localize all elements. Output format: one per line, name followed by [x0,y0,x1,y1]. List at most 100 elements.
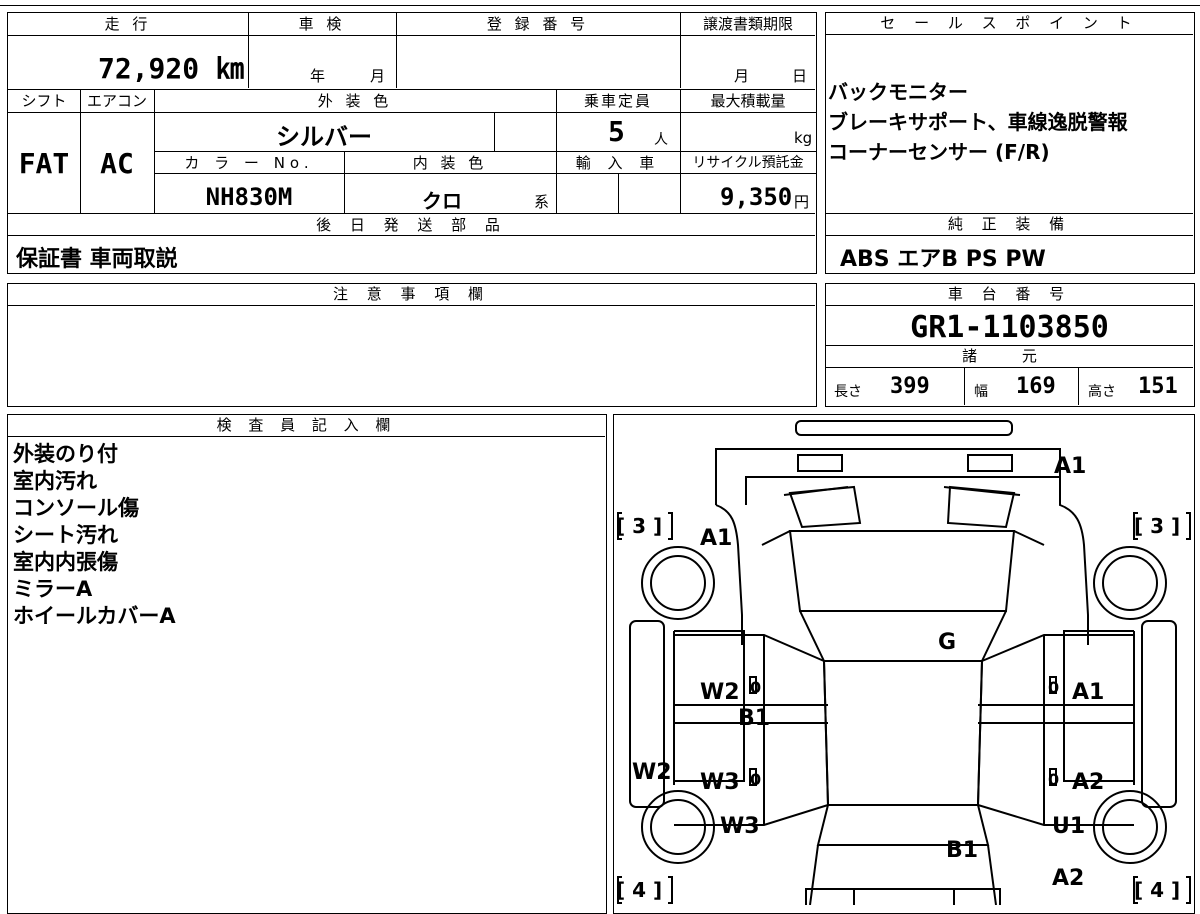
mark-left-w3: W3 [700,770,740,795]
sales-points-list: バックモニター ブレーキサポート、車線逸脱警報 コーナーセンサー (F/R) [828,77,1128,167]
headlight-right [967,454,1013,472]
recycle-deposit-unit: 円 [794,193,810,211]
shift-value: FAT [18,147,70,180]
chassis-box: 車 台 番 号 GR1-1103850 諸 元 長さ 399 幅 169 高さ … [825,283,1195,407]
import-label: 輸 入 車 [575,154,661,172]
inspector-notes-label: 検 査 員 記 入 欄 [8,415,605,437]
zero-mark: 0 [1048,770,1059,789]
headlight-left [797,454,843,472]
front-bumper [795,420,1013,436]
mark-side-w2: W2 [632,760,672,785]
capacity-unit: 人 [654,132,668,148]
inspector-note: ミラーA [13,577,93,601]
later-parts-value: 保証書 車両取説 [16,247,178,272]
genuine-equipment-value: ABS エアB PS PW [840,247,1046,272]
capacity-value: 5 [608,115,625,148]
roof [822,660,984,806]
exterior-color-value: シルバー [276,123,372,151]
exterior-color-label: 外 装 色 [317,92,393,110]
mark-right-a1: A1 [1072,680,1104,705]
recycle-deposit-label: リサイクル預託金 [692,155,804,171]
sales-points-label: セ ー ル ス ポ イ ン ト [826,13,1193,35]
transfer-month: 月 [734,67,750,85]
car-diagram: A1 A1 G W2 B1 W3 W2 W3 B1 A1 A2 U1 A2 0 … [616,420,1191,905]
mark-rear-a2: A2 [1052,866,1084,891]
tire-rear-right [1093,790,1167,864]
genuine-equipment-label: 純 正 装 備 [826,214,1193,236]
caution-notes-label: 注 意 事 項 欄 [8,284,815,306]
mark-left-w2: W2 [700,680,740,705]
chassis-number-value: GR1-1103850 [910,310,1109,345]
later-parts-label: 後 日 発 送 部 品 [316,216,507,234]
capacity-label: 乗車定員 [583,92,652,110]
transfer-deadline-label: 譲渡書類期限 [702,15,793,33]
inspector-notes-box: 検 査 員 記 入 欄 外装のり付 室内汚れ コンソール傷 シート汚れ 室内内張… [7,414,607,914]
sales-point-item: ブレーキサポート、車線逸脱警報 [828,110,1128,134]
inspector-note: ホイールカバーA [13,604,176,628]
vehicle-info-box: 走 行 車 検 登 録 番 号 譲渡書類期限 72,920 ㎞ 年 月 月 日 … [7,12,817,274]
sales-points-box: セ ー ル ス ポ イ ン ト バックモニター ブレーキサポート、車線逸脱警報 … [825,12,1195,274]
length-label: 長さ [834,384,862,400]
inspection-year: 年 [310,67,326,85]
zero-mark: 0 [750,770,761,789]
mark-right-u1: U1 [1052,814,1085,839]
inspection-month: 月 [370,67,386,85]
ac-label: エアコン [86,92,147,110]
ac-value: AC [100,147,134,180]
length-value: 399 [890,374,930,399]
mark-roof-g: G [938,630,956,655]
height-label: 高さ [1088,384,1116,400]
left-side [673,630,745,785]
recycle-deposit-value: 9,350 [720,183,793,211]
tire-grade-front-right: [ 3 ] [1134,514,1180,538]
width-label: 幅 [974,384,988,400]
caution-notes-box: 注 意 事 項 欄 [7,283,817,407]
inspector-note: シート汚れ [13,523,118,547]
tire-grade-front-left: [ 3 ] [616,514,662,538]
max-load-label: 最大積載量 [710,92,786,110]
transfer-day: 日 [792,67,808,85]
mark-right-a2: A2 [1072,770,1104,795]
sales-point-item: バックモニター [828,80,968,104]
interior-color-value: クロ [422,189,462,213]
top-edge-strip [0,0,1200,6]
inspector-note: 室内内張傷 [13,550,118,574]
inspector-note: 外装のり付 [13,442,118,466]
registration-label: 登 録 番 号 [486,15,590,33]
rear-bumper [805,888,1001,905]
zero-mark: 0 [750,678,761,697]
mileage-label: 走 行 [104,15,152,33]
chassis-number-label: 車 台 番 号 [826,284,1193,306]
inspector-notes-list: 外装のり付 室内汚れ コンソール傷 シート汚れ 室内内張傷 ミラーA ホイールカ… [13,441,176,630]
interior-color-label: 内 装 色 [412,154,488,172]
specs-label: 諸 元 [826,346,1193,368]
interior-color-suffix: 系 [534,193,550,211]
mark-left-b1: B1 [738,706,770,731]
sales-point-item: コーナーセンサー (F/R) [828,140,1050,164]
tire-grade-rear-right: [ 4 ] [1134,878,1180,902]
width-value: 169 [1016,374,1056,399]
color-number-value: NH830M [205,183,293,211]
color-number-label: カ ラ ー No. [184,154,314,172]
inspection-label: 車 検 [298,15,346,33]
mark-rear-w3: W3 [720,814,760,839]
car-diagram-box: A1 A1 G W2 B1 W3 W2 W3 B1 A1 A2 U1 A2 0 … [613,414,1195,914]
height-value: 151 [1138,374,1178,399]
mileage-value: 72,920 ㎞ [97,52,244,85]
windshield [788,530,1016,612]
zero-mark: 0 [1048,678,1059,697]
tire-front-right [1093,546,1167,620]
max-load-unit: kg [794,129,813,147]
mark-front-a1: A1 [1054,454,1086,479]
shift-label: シフト [21,92,67,110]
body-outline [715,476,1089,645]
mark-hood-a1: A1 [700,526,732,551]
right-side-strip [1141,620,1177,808]
mark-rear-b1: B1 [946,838,978,863]
inspector-note: 室内汚れ [13,469,97,493]
inspector-note: コンソール傷 [13,496,139,520]
tire-rear-left [641,790,715,864]
tire-front-left [641,546,715,620]
right-side [1063,630,1135,785]
tire-grade-rear-left: [ 4 ] [616,878,662,902]
